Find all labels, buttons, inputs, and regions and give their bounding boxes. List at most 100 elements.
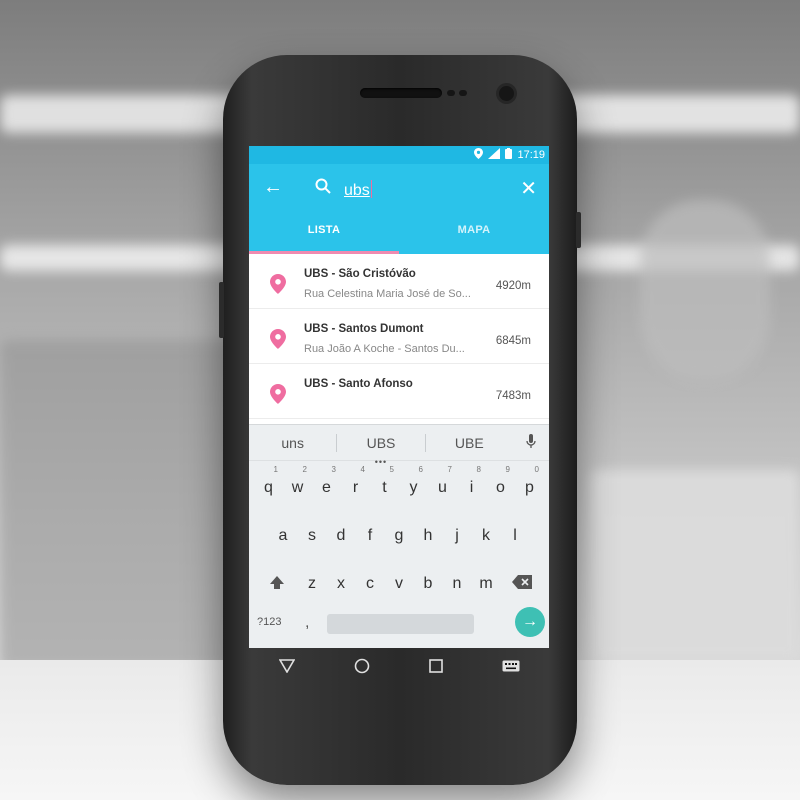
key-label: o — [496, 479, 505, 496]
key-g[interactable]: g — [385, 509, 414, 557]
map-pin-icon — [270, 384, 286, 404]
key-w[interactable]: 2w — [283, 461, 312, 509]
key-row: z x c v b n m — [249, 557, 549, 605]
result-name: UBS - São Cristóvão — [304, 268, 416, 280]
keyboard: uns UBS ••• UBE 1q 2w 3e 4r 5t 6y 7u 8i 9… — [249, 424, 549, 648]
key-hint: 3 — [331, 465, 336, 474]
key-o[interactable]: 9o — [486, 461, 515, 509]
key-hint: 8 — [476, 465, 481, 474]
background-light — [0, 245, 240, 271]
key-x[interactable]: x — [327, 557, 356, 605]
volume-button — [219, 282, 224, 338]
comma-key[interactable]: , — [305, 614, 309, 632]
key-u[interactable]: 7u — [428, 461, 457, 509]
key-z[interactable]: z — [298, 557, 327, 605]
background-shelf — [0, 340, 250, 670]
background-person — [640, 200, 770, 380]
key-hint: 6 — [418, 465, 423, 474]
key-hint: 0 — [534, 465, 539, 474]
key-hint: 7 — [447, 465, 452, 474]
tab-lista[interactable]: LISTA — [249, 214, 399, 254]
suggestion-item[interactable]: UBE — [426, 435, 513, 451]
key-d[interactable]: d — [327, 509, 356, 557]
background-light — [540, 95, 800, 133]
clock: 17:19 — [517, 149, 545, 161]
key-label: t — [382, 479, 387, 496]
result-name: UBS - Santos Dumont — [304, 323, 424, 335]
key-label: i — [469, 479, 474, 496]
tab-bar: LISTA MAPA — [249, 214, 549, 254]
key-label: w — [291, 479, 304, 496]
key-i[interactable]: 8i — [457, 461, 486, 509]
key-label: q — [264, 479, 273, 496]
key-row: 1q 2w 3e 4r 5t 6y 7u 8i 9o 0p — [249, 461, 549, 509]
key-hint: 9 — [505, 465, 510, 474]
key-label: r — [352, 479, 359, 496]
result-name: UBS - Santo Afonso — [304, 378, 413, 390]
key-l[interactable]: l — [501, 509, 530, 557]
backspace-key[interactable] — [501, 557, 543, 605]
key-a[interactable]: a — [269, 509, 298, 557]
key-s[interactable]: s — [298, 509, 327, 557]
text-cursor — [370, 180, 373, 198]
key-c[interactable]: c — [356, 557, 385, 605]
symbols-key[interactable]: ?123 — [257, 616, 281, 628]
key-label: e — [322, 479, 331, 496]
close-icon[interactable]: ✕ — [520, 176, 537, 201]
home-nav-icon[interactable] — [354, 658, 370, 679]
keyboard-switch-icon[interactable] — [502, 659, 520, 677]
key-q[interactable]: 1q — [254, 461, 283, 509]
key-row-bottom: ?123 , → — [249, 600, 549, 648]
key-p[interactable]: 0p — [515, 461, 544, 509]
key-label: y — [409, 479, 418, 496]
key-y[interactable]: 6y — [399, 461, 428, 509]
battery-icon — [505, 148, 513, 162]
location-icon — [474, 148, 484, 162]
key-j[interactable]: j — [443, 509, 472, 557]
key-hint: 5 — [389, 465, 394, 474]
light-sensor — [459, 90, 467, 96]
signal-icon — [488, 148, 501, 162]
key-v[interactable]: v — [385, 557, 414, 605]
results-list: UBS - São Cristóvão Rua Celestina Maria … — [249, 254, 549, 419]
list-item[interactable]: UBS - São Cristóvão Rua Celestina Maria … — [249, 254, 549, 309]
suggestion-item[interactable]: uns — [249, 435, 336, 451]
result-distance: 4920m — [495, 280, 531, 292]
search-query-text: ubs — [344, 182, 370, 199]
suggestion-text: UBS — [366, 434, 396, 451]
shift-icon — [269, 576, 284, 589]
key-n[interactable]: n — [443, 557, 472, 605]
key-f[interactable]: f — [356, 509, 385, 557]
earpiece-speaker — [360, 88, 442, 98]
suggestion-item[interactable]: UBS ••• — [337, 434, 424, 467]
tab-mapa[interactable]: MAPA — [399, 214, 549, 254]
key-m[interactable]: m — [472, 557, 501, 605]
arrow-back-icon[interactable]: ← — [263, 176, 283, 199]
key-r[interactable]: 4r — [341, 461, 370, 509]
android-nav-bar — [249, 648, 549, 688]
phone-screen: 17:19 ← ubs ✕ LISTA MAPA UBS - São Crist… — [249, 146, 549, 648]
background-light — [0, 95, 260, 133]
space-bar[interactable] — [327, 614, 474, 634]
result-address: Rua João A Koche - Santos Du... — [304, 343, 465, 355]
background-printer — [590, 470, 800, 660]
proximity-sensor — [447, 90, 455, 96]
key-label: u — [438, 479, 447, 496]
back-nav-icon[interactable] — [278, 658, 295, 678]
key-b[interactable]: b — [414, 557, 443, 605]
key-h[interactable]: h — [414, 509, 443, 557]
power-button — [576, 212, 581, 248]
key-k[interactable]: k — [472, 509, 501, 557]
key-label: p — [525, 479, 534, 496]
list-item[interactable]: UBS - Santo Afonso 7483m — [249, 364, 549, 419]
microphone-icon[interactable] — [513, 433, 549, 452]
recents-nav-icon[interactable] — [428, 658, 443, 678]
enter-key[interactable]: → — [515, 607, 545, 637]
key-t[interactable]: 5t — [370, 461, 399, 509]
search-input[interactable]: ubs — [344, 180, 373, 200]
key-hint: 1 — [273, 465, 278, 474]
list-item[interactable]: UBS - Santos Dumont Rua João A Koche - S… — [249, 309, 549, 364]
shift-key[interactable] — [256, 557, 298, 605]
key-e[interactable]: 3e — [312, 461, 341, 509]
key-row: a s d f g h j k l — [249, 509, 549, 557]
